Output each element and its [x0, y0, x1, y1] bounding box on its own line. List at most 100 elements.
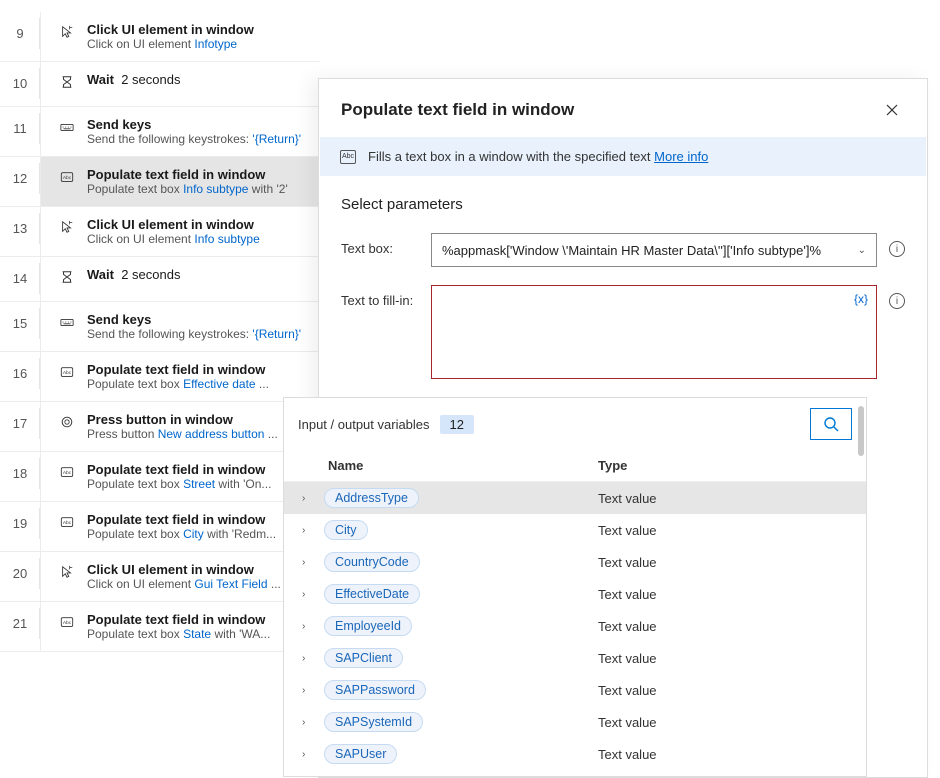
step-number: 19 [0, 502, 40, 545]
step-number: 10 [0, 62, 40, 105]
variable-row[interactable]: › SAPClient Text value [284, 642, 866, 674]
text-to-fill-input[interactable] [432, 286, 876, 378]
step-title: Populate text field in window [87, 462, 271, 477]
expand-chevron-icon[interactable]: › [302, 557, 324, 568]
step-subtitle: Click on UI element Info subtype [87, 232, 260, 246]
info-icon[interactable]: i [889, 241, 905, 257]
flow-step[interactable]: 14 Wait 2 seconds [0, 257, 320, 302]
textbox-selector[interactable]: %appmask['Window \'Maintain HR Master Da… [431, 233, 877, 267]
info-icon[interactable]: i [889, 293, 905, 309]
flow-step[interactable]: 18 Abc Populate text field in windowPopu… [0, 452, 320, 502]
abc-icon: Abc [59, 364, 75, 380]
expand-chevron-icon[interactable]: › [302, 749, 324, 760]
step-number: 16 [0, 352, 40, 395]
variable-name: EffectiveDate [324, 584, 420, 604]
expand-chevron-icon[interactable]: › [302, 717, 324, 728]
wait-icon [59, 269, 75, 285]
step-title: Populate text field in window [87, 167, 288, 182]
insert-variable-button[interactable]: {x} [854, 292, 868, 306]
abc-icon: Abc [59, 614, 75, 630]
fillin-label: Text to fill-in: [341, 285, 431, 308]
step-number: 18 [0, 452, 40, 495]
variables-count: 12 [440, 415, 474, 434]
variable-type: Text value [598, 747, 852, 762]
step-number: 14 [0, 257, 40, 300]
variable-row[interactable]: › EffectiveDate Text value [284, 578, 866, 610]
step-subtitle: Send the following keystrokes: '{Return}… [87, 132, 301, 146]
step-subtitle: Populate text box Effective date ... [87, 377, 269, 391]
variable-name: AddressType [324, 488, 419, 508]
step-subtitle: Populate text box City with 'Redm... [87, 527, 276, 541]
svg-text:Abc: Abc [63, 175, 72, 181]
variable-row[interactable]: › CountryCode Text value [284, 546, 866, 578]
flow-step[interactable]: 21 Abc Populate text field in windowPopu… [0, 602, 320, 652]
step-title: Wait 2 seconds [87, 72, 180, 87]
more-info-link[interactable]: More info [654, 149, 708, 164]
step-subtitle: Click on UI element Gui Text Field ... [87, 577, 281, 591]
expand-chevron-icon[interactable]: › [302, 653, 324, 664]
variable-type: Text value [598, 555, 852, 570]
flow-step[interactable]: 12 Abc Populate text field in windowPopu… [0, 157, 320, 207]
flow-steps-list: 9 Click UI element in windowClick on UI … [0, 0, 320, 652]
flow-step[interactable]: 11 Send keysSend the following keystroke… [0, 107, 320, 157]
step-subtitle: Populate text box State with 'WA... [87, 627, 270, 641]
step-title: Populate text field in window [87, 512, 276, 527]
abc-icon: Abc [59, 169, 75, 185]
variable-row[interactable]: › SAPUser Text value [284, 738, 866, 770]
variable-type: Text value [598, 619, 852, 634]
svg-text:Abc: Abc [63, 470, 72, 476]
variable-row[interactable]: › City Text value [284, 514, 866, 546]
column-name: Name [328, 458, 598, 473]
flow-step[interactable]: 19 Abc Populate text field in windowPopu… [0, 502, 320, 552]
step-subtitle: Send the following keystrokes: '{Return}… [87, 327, 301, 341]
variable-name: City [324, 520, 368, 540]
variables-picker: Input / output variables 12 Name Type › … [283, 397, 867, 777]
variable-name: SAPUser [324, 744, 397, 764]
flow-step[interactable]: 17 Press button in windowPress button Ne… [0, 402, 320, 452]
step-number: 11 [0, 107, 40, 150]
info-text: Fills a text box in a window with the sp… [368, 149, 654, 164]
flow-step[interactable]: 16 Abc Populate text field in windowPopu… [0, 352, 320, 402]
flow-step[interactable]: 13 Click UI element in windowClick on UI… [0, 207, 320, 257]
variable-row[interactable]: › State Text value [284, 770, 866, 776]
variable-row[interactable]: › SAPSystemId Text value [284, 706, 866, 738]
step-number: 13 [0, 207, 40, 250]
step-subtitle: Press button New address button ... [87, 427, 278, 441]
keys-icon [59, 314, 75, 330]
press-icon [59, 414, 75, 430]
wait-icon [59, 74, 75, 90]
column-type: Type [598, 458, 852, 473]
expand-chevron-icon[interactable]: › [302, 621, 324, 632]
search-button[interactable] [810, 408, 852, 440]
abc-icon: Abc [340, 150, 356, 164]
expand-chevron-icon[interactable]: › [302, 589, 324, 600]
abc-icon: Abc [59, 464, 75, 480]
flow-step[interactable]: 9 Click UI element in windowClick on UI … [0, 12, 320, 62]
step-number: 12 [0, 157, 40, 200]
step-title: Send keys [87, 117, 301, 132]
step-subtitle: Populate text box Info subtype with '2' [87, 182, 288, 196]
close-button[interactable] [879, 97, 905, 123]
variable-row[interactable]: › SAPPassword Text value [284, 674, 866, 706]
variable-row[interactable]: › AddressType Text value [284, 482, 866, 514]
cancel-button[interactable]: cel [882, 441, 913, 475]
expand-chevron-icon[interactable]: › [302, 685, 324, 696]
flow-step[interactable]: 20 Click UI element in windowClick on UI… [0, 552, 320, 602]
flow-step[interactable]: 10 Wait 2 seconds [0, 62, 320, 107]
chevron-down-icon: ⌄ [858, 245, 866, 256]
expand-chevron-icon[interactable]: › [302, 525, 324, 536]
step-number: 9 [0, 12, 40, 55]
step-title: Click UI element in window [87, 217, 260, 232]
step-title: Click UI element in window [87, 562, 281, 577]
variable-row[interactable]: › EmployeeId Text value [284, 610, 866, 642]
variable-name: SAPPassword [324, 680, 426, 700]
flow-step[interactable]: 15 Send keysSend the following keystroke… [0, 302, 320, 352]
step-number: 21 [0, 602, 40, 645]
variable-type: Text value [598, 587, 852, 602]
expand-chevron-icon[interactable]: › [302, 493, 324, 504]
variables-heading: Input / output variables [298, 417, 430, 432]
step-number: 20 [0, 552, 40, 595]
variable-name: CountryCode [324, 552, 420, 572]
cursor-icon [59, 219, 75, 235]
cursor-icon [59, 24, 75, 40]
